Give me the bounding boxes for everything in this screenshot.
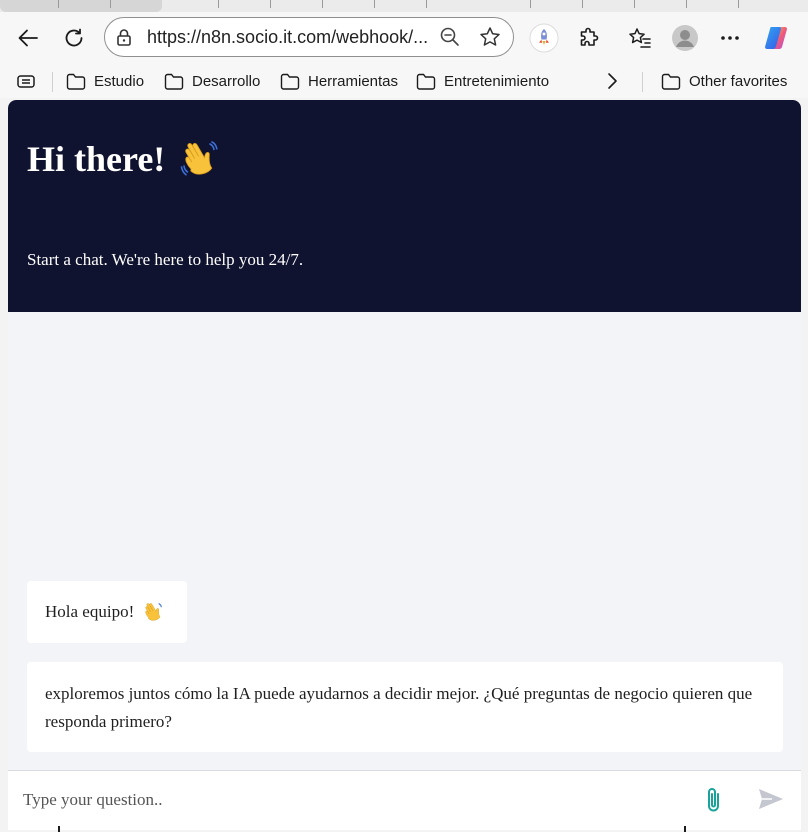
other-favorites-label: Other favorites [689, 72, 788, 90]
chat-message: Hola equipo! [27, 581, 187, 643]
folder-icon [66, 73, 86, 90]
back-button[interactable] [12, 22, 44, 54]
more-menu-button[interactable] [714, 22, 746, 54]
send-icon[interactable] [758, 788, 784, 810]
favorites-overflow-button[interactable] [606, 70, 618, 92]
rocket-extension-icon [529, 23, 559, 53]
favorite-label: Herramientas [308, 72, 399, 90]
refresh-button[interactable] [58, 22, 90, 54]
folder-icon [416, 73, 436, 90]
waving-hand-icon [145, 603, 163, 621]
chat-title: Hi there! [27, 138, 219, 180]
puzzle-icon [580, 27, 599, 46]
browser-toolbar: https://n8n.socio.it.com/webhook/... [0, 12, 808, 64]
message-text: Hola equipo! [45, 602, 135, 621]
favorites-list-icon [629, 28, 651, 48]
favorite-folder-entretenimiento[interactable]: Entretenimiento [416, 70, 549, 92]
tab-separator [738, 0, 739, 8]
message-text: exploremos juntos cómo la IA puede ayuda… [45, 684, 753, 731]
tab-separator [110, 0, 111, 8]
favorite-label: Desarrollo [192, 72, 261, 90]
other-favorites-folder[interactable]: Other favorites [661, 70, 787, 92]
zoom-out-icon[interactable] [440, 27, 460, 47]
tab-separator [530, 0, 531, 8]
tab-separator [270, 0, 271, 8]
waving-hand-icon [180, 141, 218, 176]
tab-separator [634, 0, 635, 8]
chevron-right-icon [608, 73, 617, 89]
favorites-bar: Estudio Desarrollo Herramientas Entreten… [0, 64, 808, 98]
attachment-paperclip-icon[interactable] [705, 786, 723, 814]
profile-button[interactable] [669, 22, 701, 54]
chat-title-text: Hi there! [27, 139, 166, 179]
tab-separator [322, 0, 323, 8]
favorite-label: Entretenimiento [444, 72, 550, 90]
folder-icon [661, 73, 681, 90]
tab-separator [58, 0, 59, 8]
browser-tab[interactable] [0, 0, 162, 12]
collections-icon [17, 75, 35, 88]
more-dots-icon [721, 36, 739, 40]
chat-widget: Hi there! Start a chat. We're here to he… [8, 100, 801, 830]
folder-icon [280, 73, 300, 90]
back-arrow-icon [18, 29, 38, 47]
tab-separator [426, 0, 427, 8]
chat-message: exploremos juntos cómo la IA puede ayuda… [27, 662, 783, 752]
address-url[interactable]: https://n8n.socio.it.com/webhook/... [147, 27, 428, 48]
underlying-page-edge [684, 826, 686, 832]
folder-icon [164, 73, 184, 90]
favorite-star-icon[interactable] [479, 26, 501, 48]
chat-subtitle: Start a chat. We're here to help you 24/… [27, 250, 304, 269]
extension-rocket-button[interactable] [528, 22, 560, 54]
collections-button[interactable] [17, 70, 37, 92]
tab-separator [686, 0, 687, 8]
underlying-page-edge [58, 826, 60, 832]
favorites-divider [642, 72, 643, 92]
copilot-button[interactable] [760, 22, 792, 54]
copilot-icon [765, 27, 787, 49]
tab-strip [0, 0, 808, 12]
favorites-divider [52, 72, 53, 92]
favorite-label: Estudio [94, 72, 145, 90]
tab-separator [582, 0, 583, 8]
avatar-icon [672, 25, 698, 51]
tab-separator [218, 0, 219, 8]
address-bar[interactable]: https://n8n.socio.it.com/webhook/... [104, 17, 514, 57]
favorite-folder-desarrollo[interactable]: Desarrollo [164, 70, 260, 92]
chat-header: Hi there! Start a chat. We're here to he… [8, 100, 801, 312]
extensions-button[interactable] [573, 22, 605, 54]
question-input[interactable] [8, 771, 688, 829]
favorite-folder-herramientas[interactable]: Herramientas [280, 70, 398, 92]
chat-composer [8, 770, 801, 830]
favorites-button[interactable] [624, 22, 656, 54]
lock-icon[interactable] [116, 28, 132, 46]
favorite-folder-estudio[interactable]: Estudio [66, 70, 144, 92]
refresh-icon [65, 28, 83, 47]
tab-separator [374, 0, 375, 8]
